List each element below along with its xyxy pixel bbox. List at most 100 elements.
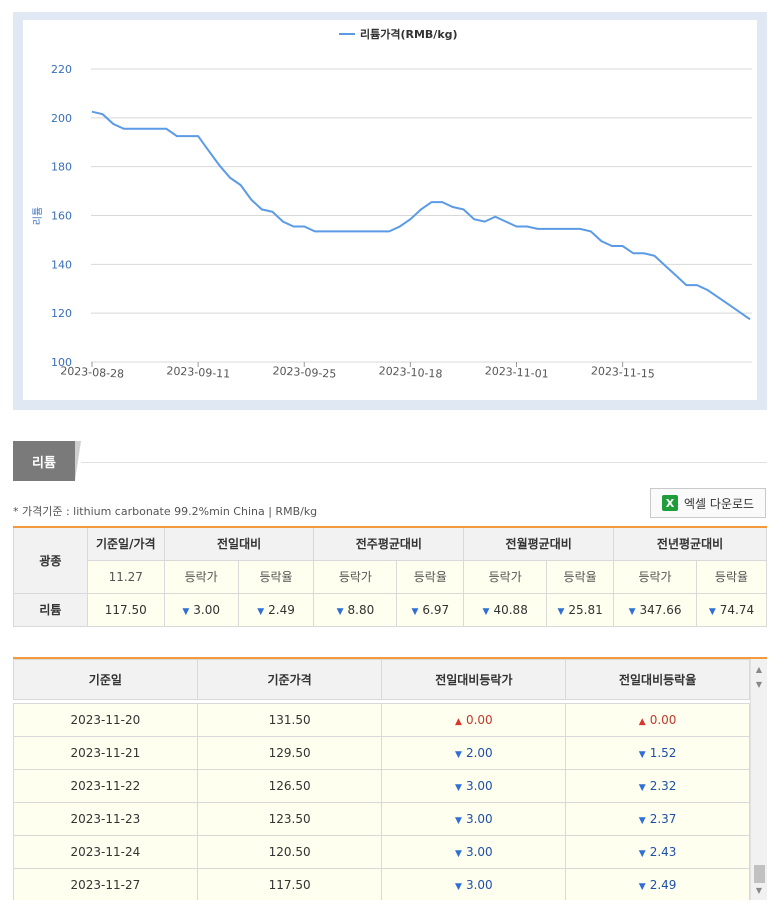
sub-header-price: 등락가: [163, 559, 239, 594]
down-arrow-icon: ▼: [638, 750, 646, 760]
row-date: 2023-11-23: [13, 802, 198, 836]
summary-change-cell: ▼ 25.81: [546, 592, 615, 627]
col-mineral-header: 광종: [13, 526, 88, 594]
chart-frame: 리튬가격(RMB/kg) 100 120 140 160 180 200 220 2023-…: [13, 12, 767, 410]
row-rate: ▼ 2.37: [565, 802, 750, 836]
section-tab[interactable]: 리튬: [13, 441, 75, 481]
down-arrow-icon: ▼: [638, 882, 646, 892]
down-arrow-icon: ▼: [708, 606, 716, 617]
row-rate: ▼ 2.32: [565, 769, 750, 803]
summary-date: 11.27: [86, 559, 165, 594]
scroll-up-icon[interactable]: ▲: [751, 661, 767, 677]
row-price: 129.50: [196, 736, 383, 770]
x-tick-label: 2023-11-01: [484, 364, 549, 380]
header-change: 전일대비등락가: [381, 659, 567, 700]
header-price: 기준가격: [196, 659, 383, 700]
row-date: 2023-11-22: [13, 769, 198, 803]
down-arrow-icon: ▼: [257, 606, 265, 617]
summary-change-cell: ▼ 8.80: [313, 592, 398, 627]
header-date: 기준일: [13, 659, 198, 700]
row-date: 2023-11-20: [13, 703, 198, 737]
down-arrow-icon: ▼: [455, 816, 462, 826]
row-change: ▲ 0.00: [381, 703, 567, 737]
summary-change-cell: ▼ 347.66: [613, 592, 697, 627]
section-divider: [81, 462, 767, 463]
table-row: 2023-11-23 123.50 ▼ 3.00 ▼ 2.37: [13, 802, 750, 836]
table-row: 2023-11-27 117.50 ▼ 3.00 ▼ 2.49: [13, 868, 750, 900]
down-arrow-icon: ▼: [557, 606, 565, 617]
down-arrow-icon: ▼: [482, 606, 490, 617]
history-table: 기준일 기준가격 전일대비등락가 전일대비등락율 2023-11-20 131.5…: [13, 659, 750, 900]
chart-legend[interactable]: 리튬가격(RMB/kg): [339, 27, 458, 41]
sub-header-price: 등락가: [463, 559, 548, 594]
summary-change-cell: ▼ 40.88: [463, 592, 548, 627]
summary-change-cell: ▼ 74.74: [695, 592, 768, 627]
col-date-price-header: 기준일/가격: [86, 526, 165, 561]
scroll-down-icon[interactable]: ▼: [751, 882, 767, 898]
group-header-prev-week: 전주평균대비: [313, 526, 465, 561]
row-date: 2023-11-24: [13, 835, 198, 869]
section-tab-decoration: [75, 441, 81, 481]
down-arrow-icon: ▼: [455, 849, 462, 859]
sub-header-rate: 등락율: [237, 559, 315, 594]
group-header-prev-day: 전일대비: [163, 526, 315, 561]
x-tick-label: 2023-10-18: [378, 364, 443, 380]
up-arrow-icon: ▲: [455, 717, 462, 727]
table-row: 2023-11-21 129.50 ▼ 2.00 ▼ 1.52: [13, 736, 750, 770]
summary-mineral: 리튬: [13, 592, 88, 627]
y-tick-label: 220: [51, 63, 72, 76]
down-arrow-icon: ▼: [628, 606, 636, 617]
down-arrow-icon: ▼: [411, 606, 419, 617]
x-tick-label: 2023-08-28: [60, 364, 125, 380]
row-change: ▼ 3.00: [381, 868, 567, 900]
group-header-prev-month: 전월평균대비: [463, 526, 615, 561]
summary-change-cell: ▼ 3.00: [163, 592, 239, 627]
sub-header-price: 등락가: [613, 559, 697, 594]
down-arrow-icon: ▼: [455, 750, 462, 760]
row-price: 120.50: [196, 835, 383, 869]
y-tick-label: 180: [51, 161, 72, 174]
table-row: 2023-11-24 120.50 ▼ 3.00 ▼ 2.43: [13, 835, 750, 869]
down-arrow-icon: ▼: [638, 849, 646, 859]
history-table-container[interactable]: 기준일 기준가격 전일대비등락가 전일대비등락율 2023-11-20 131.5…: [13, 657, 767, 900]
x-tick-label: 2023-09-11: [166, 364, 231, 380]
sub-header-rate: 등락율: [396, 559, 465, 594]
row-change: ▼ 3.00: [381, 802, 567, 836]
row-change: ▼ 2.00: [381, 736, 567, 770]
row-change: ▼ 3.00: [381, 835, 567, 869]
down-arrow-icon: ▼: [182, 606, 190, 617]
excel-download-label: 엑셀 다운로드: [683, 496, 755, 511]
table-row: 2023-11-20 131.50 ▲ 0.00 ▲ 0.00: [13, 703, 750, 737]
summary-price: 117.50: [86, 592, 165, 627]
legend-label: 리튬가격(RMB/kg): [360, 27, 458, 41]
x-tick-label: 2023-09-25: [272, 364, 337, 380]
down-arrow-icon: ▼: [336, 606, 344, 617]
sub-header-rate: 등락율: [546, 559, 615, 594]
down-arrow-icon: ▼: [638, 783, 646, 793]
row-price: 131.50: [196, 703, 383, 737]
price-basis-note: * 가격기준 : lithium carbonate 99.2%min Chin…: [13, 505, 318, 518]
up-arrow-icon: ▲: [638, 717, 646, 727]
y-axis-label: 리튬: [32, 207, 44, 225]
vertical-scrollbar[interactable]: ▲ ▼ ▼: [750, 659, 767, 900]
row-date: 2023-11-27: [13, 868, 198, 900]
line-chart: 리튬가격(RMB/kg) 100120140160180200220 2023-…: [32, 27, 752, 381]
row-rate: ▼ 1.52: [565, 736, 750, 770]
x-tick-label: 2023-11-15: [591, 364, 656, 380]
row-rate: ▼ 2.49: [565, 868, 750, 900]
summary-table: 광종 기준일/가격 전일대비 전주평균대비 전월평균대비 전년평균대비 11.2…: [13, 526, 768, 627]
row-price: 126.50: [196, 769, 383, 803]
scroll-down-small-icon[interactable]: ▼: [751, 679, 767, 689]
y-tick-label: 120: [51, 307, 72, 320]
summary-change-cell: ▼ 6.97: [396, 592, 465, 627]
scroll-thumb[interactable]: [754, 865, 765, 883]
sub-header-price: 등락가: [313, 559, 398, 594]
table-row: 2023-11-22 126.50 ▼ 3.00 ▼ 2.32: [13, 769, 750, 803]
row-rate: ▼ 2.43: [565, 835, 750, 869]
summary-change-cell: ▼ 2.49: [237, 592, 315, 627]
chart-area: 리튬가격(RMB/kg) 100 120 140 160 180 200 220 2023-…: [23, 20, 757, 400]
row-price: 117.50: [196, 868, 383, 900]
row-change: ▼ 3.00: [381, 769, 567, 803]
y-tick-label: 160: [51, 210, 72, 223]
excel-download-button[interactable]: X 엑셀 다운로드: [650, 488, 766, 518]
